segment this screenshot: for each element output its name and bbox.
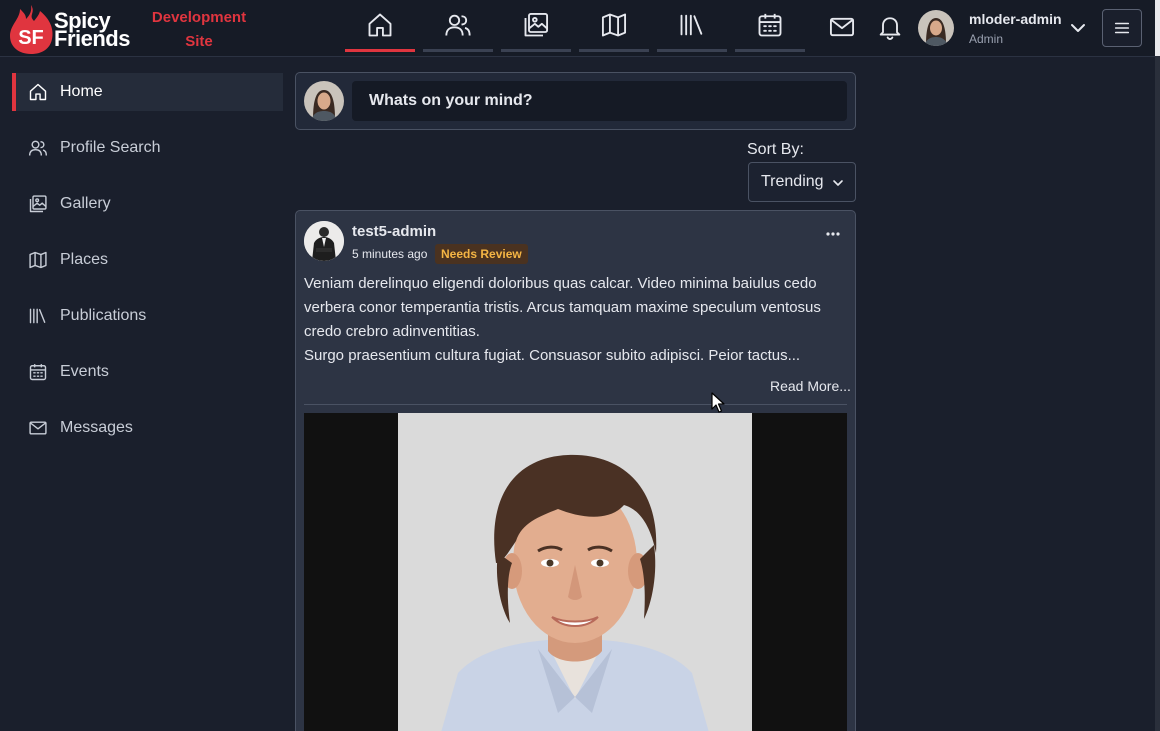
sidebar-item-label: Places [60,251,109,268]
gallery-icon [524,12,549,36]
avatar-portrait [304,221,344,261]
map-icon [29,251,47,269]
site-label: Development Site [151,9,247,50]
avatar-portrait [304,81,344,121]
top-navbar: SF Spicy Friends Development Site mloder… [0,0,1155,57]
users-icon [445,14,471,36]
hamburger-menu-button[interactable] [1102,9,1142,47]
mail-icon [829,17,855,37]
composer-avatar [304,81,344,121]
bell-icon [879,17,901,40]
calendar-icon [29,364,47,381]
nav-tab-profiles[interactable] [423,0,493,52]
status-badge: Needs Review [435,244,528,264]
more-options-icon[interactable] [824,225,842,243]
sidebar-item-messages[interactable]: Messages [12,409,283,447]
sidebar-item-profile-search[interactable]: Profile Search [12,129,283,167]
sidebar-item-label: Gallery [60,195,111,212]
user-info[interactable]: mloder-admin Admin [969,10,1062,50]
user-avatar[interactable] [918,10,954,46]
scrollbar-track[interactable] [1155,0,1160,731]
menu-icon [1114,22,1130,34]
post-paragraph: Veniam derelinquo eligendi doloribus qua… [304,275,821,340]
messages-button[interactable] [827,12,857,42]
home-icon [29,83,47,101]
post-composer: Whats on your mind? [295,72,856,130]
sidebar-item-gallery[interactable]: Gallery [12,185,283,223]
user-role: Admin [969,32,1004,46]
sidebar-item-label: Events [60,363,109,380]
post-photo [398,413,752,731]
scrollbar-thumb[interactable] [1155,0,1160,56]
sort-select[interactable]: Trending [748,162,856,202]
app-page: SF Spicy Friends Development Site mloder… [0,0,1160,731]
users-icon [28,140,48,156]
map-icon [601,13,627,36]
sidebar-item-label: Publications [60,307,147,324]
nav-tab-events[interactable] [735,0,805,52]
notifications-button[interactable] [875,12,905,42]
avatar-portrait [918,10,954,46]
nav-tab-publications[interactable] [657,0,727,52]
mouse-cursor-icon [711,392,725,413]
sidebar-item-home[interactable]: Home [12,73,283,111]
sidebar-item-label: Profile Search [60,139,161,156]
chevron-down-icon[interactable] [1068,18,1088,38]
sort-label: Sort By: [747,141,804,158]
post-media[interactable] [304,413,847,731]
library-icon [29,308,46,324]
read-more-link[interactable]: Read More... [770,378,851,394]
home-icon [368,13,392,36]
post-body: Veniam derelinquo eligendi doloribus qua… [304,272,849,368]
post-author-avatar[interactable] [304,221,344,261]
logo[interactable]: SF Spicy Friends [6,3,142,55]
chevron-down-icon [833,180,843,186]
calendar-icon [758,13,782,36]
svg-text:SF: SF [18,27,44,49]
post-card: test5-admin 5 minutes ago Needs Review V… [295,210,856,731]
gallery-icon [29,195,47,213]
logo-line-2: Friends [54,26,130,51]
portrait-photo [398,413,752,731]
sort-value: Trending [761,173,824,190]
library-icon [680,14,703,35]
logo-text: Spicy Friends [54,10,130,51]
post-author-name[interactable]: test5-admin [352,223,436,240]
divider [304,404,847,405]
sidebar-item-events[interactable]: Events [12,353,283,391]
sidebar-item-places[interactable]: Places [12,241,283,279]
user-name: mloder-admin [969,11,1062,27]
nav-tab-gallery[interactable] [501,0,571,52]
sidebar-item-publications[interactable]: Publications [12,297,283,335]
sidebar-item-label: Messages [60,419,133,436]
nav-tab-places[interactable] [579,0,649,52]
sidebar: Home Profile Search Gallery Places Publi… [0,58,290,731]
whats-on-your-mind-input[interactable]: Whats on your mind? [352,81,847,121]
mail-icon [29,421,47,435]
sidebar-item-label: Home [60,83,103,100]
post-paragraph: Surgo praesentium cultura fugiat. Consua… [304,347,801,364]
logo-mark-icon: SF [10,5,53,54]
post-timestamp: 5 minutes ago [352,247,428,261]
nav-tab-home[interactable] [345,0,415,52]
